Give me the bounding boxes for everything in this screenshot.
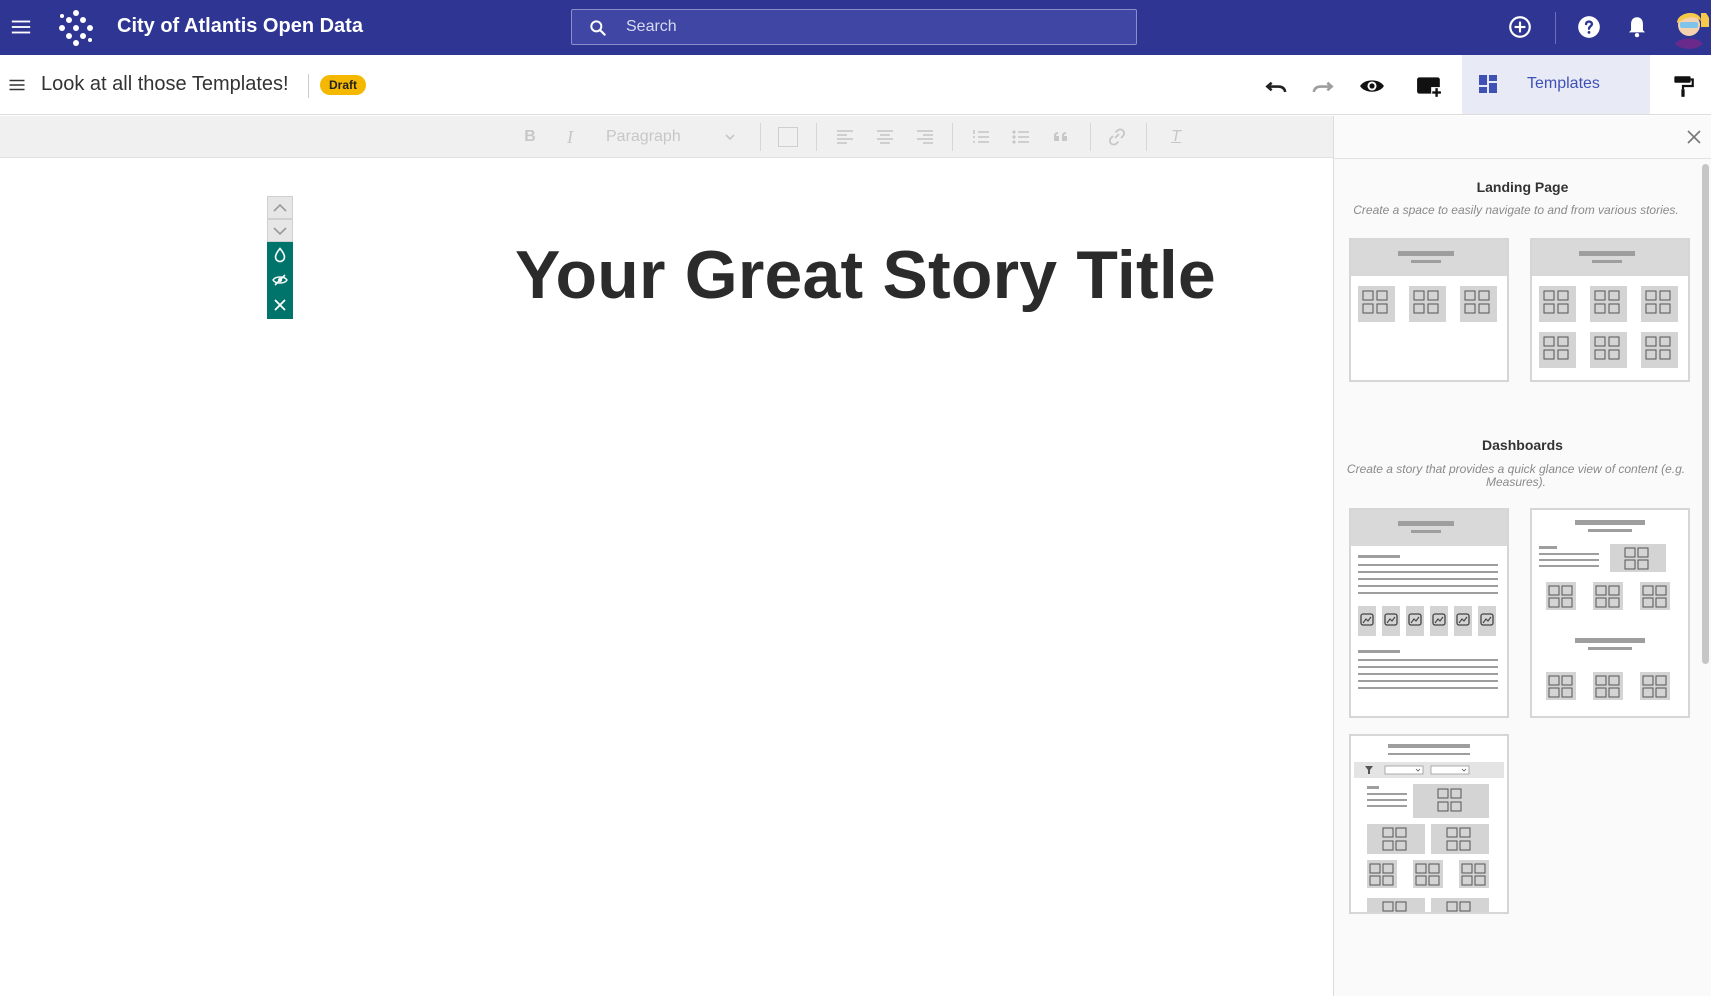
search-icon	[590, 20, 606, 36]
templates-panel: Landing Page Create a space to easily na…	[1333, 116, 1711, 996]
toolbar-divider	[816, 123, 817, 151]
template-thumbnail	[1532, 240, 1688, 369]
template-thumbnail	[1539, 520, 1671, 701]
tab-templates[interactable]: Templates	[1462, 55, 1650, 114]
template-thumbnail	[1351, 240, 1507, 323]
toolbar-divider	[1146, 123, 1147, 151]
story-title[interactable]: Your Great Story Title	[515, 236, 1216, 314]
link-icon[interactable]	[1108, 127, 1126, 147]
rich-text-toolbar: B I Paragraph T	[0, 116, 1333, 158]
align-left-icon[interactable]	[836, 127, 854, 147]
title-divider	[308, 74, 309, 98]
templates-label: Templates	[1527, 75, 1600, 92]
template-landing-6-blocks[interactable]	[1530, 238, 1690, 382]
search-input[interactable]	[626, 10, 1116, 44]
bell-icon[interactable]	[1624, 14, 1650, 40]
search-bar[interactable]	[571, 9, 1137, 45]
template-landing-3-blocks[interactable]	[1349, 238, 1509, 382]
template-thumbnail	[1351, 510, 1507, 689]
avatar-image	[1667, 5, 1711, 49]
section-title-dashboards: Dashboards	[1482, 437, 1563, 453]
template-dashboard-measures[interactable]	[1349, 508, 1509, 718]
bold-button[interactable]: B	[520, 127, 540, 147]
paint-roller-icon[interactable]	[1670, 73, 1696, 99]
redo-icon[interactable]	[1310, 73, 1336, 99]
toolbar-divider	[760, 123, 761, 151]
italic-button[interactable]: I	[560, 127, 580, 147]
undo-icon[interactable]	[1263, 73, 1289, 99]
document-toolbar: Look at all those Templates! Draft Templ…	[0, 55, 1711, 115]
panel-divider	[1334, 158, 1711, 159]
section-desc-landing-page: Create a space to easily navigate to and…	[1353, 203, 1679, 217]
move-down-button[interactable]	[267, 219, 293, 242]
toolbar-divider	[952, 123, 953, 151]
eye-icon[interactable]	[1359, 73, 1385, 99]
bullet-list-icon[interactable]	[1012, 127, 1030, 147]
chevron-up-icon	[273, 203, 287, 212]
status-badge: Draft	[320, 75, 367, 95]
numbered-list-icon[interactable]	[972, 127, 990, 147]
clear-format-icon: T	[1171, 128, 1181, 145]
document-menu-icon[interactable]	[8, 76, 26, 94]
document-title[interactable]: Look at all those Templates!	[41, 73, 289, 96]
align-right-icon[interactable]	[916, 127, 934, 147]
template-dashboard-filters[interactable]	[1349, 734, 1509, 914]
avatar[interactable]	[1667, 5, 1711, 49]
paragraph-style-value: Paragraph	[606, 128, 681, 145]
app-bar: City of Atlantis Open Data	[0, 0, 1711, 55]
appbar-divider	[1555, 12, 1556, 44]
help-icon[interactable]	[1576, 14, 1602, 40]
panel-scrollbar[interactable]	[1702, 164, 1709, 664]
clear-format-button[interactable]: T	[1166, 127, 1186, 147]
template-dashboard-sections[interactable]	[1530, 508, 1690, 718]
dots-logo-icon[interactable]	[56, 8, 96, 48]
add-block-icon[interactable]	[1416, 73, 1442, 99]
paragraph-style-select[interactable]: Paragraph	[606, 127, 746, 147]
quote-icon[interactable]	[1052, 127, 1070, 147]
section-desc-dashboards: Create a story that provides a quick gla…	[1346, 462, 1686, 489]
close-icon[interactable]	[272, 297, 288, 313]
toolbar-divider	[1090, 123, 1091, 151]
chevron-down-icon	[725, 134, 735, 141]
site-title[interactable]: City of Atlantis Open Data	[117, 15, 363, 38]
section-title-landing-page: Landing Page	[1476, 179, 1569, 195]
menu-icon[interactable]	[10, 16, 32, 38]
close-icon[interactable]	[1685, 128, 1703, 146]
add-circle-icon[interactable]	[1507, 14, 1533, 40]
color-box-button[interactable]	[778, 127, 798, 147]
align-center-icon[interactable]	[876, 127, 894, 147]
dashboard-icon	[1479, 75, 1497, 93]
color-box-icon	[778, 127, 798, 147]
chevron-down-icon	[273, 227, 287, 236]
droplet-icon[interactable]	[272, 247, 288, 263]
move-up-button[interactable]	[267, 196, 293, 219]
block-controls	[267, 196, 293, 319]
template-thumbnail	[1354, 744, 1504, 912]
visibility-off-icon[interactable]	[272, 272, 288, 288]
